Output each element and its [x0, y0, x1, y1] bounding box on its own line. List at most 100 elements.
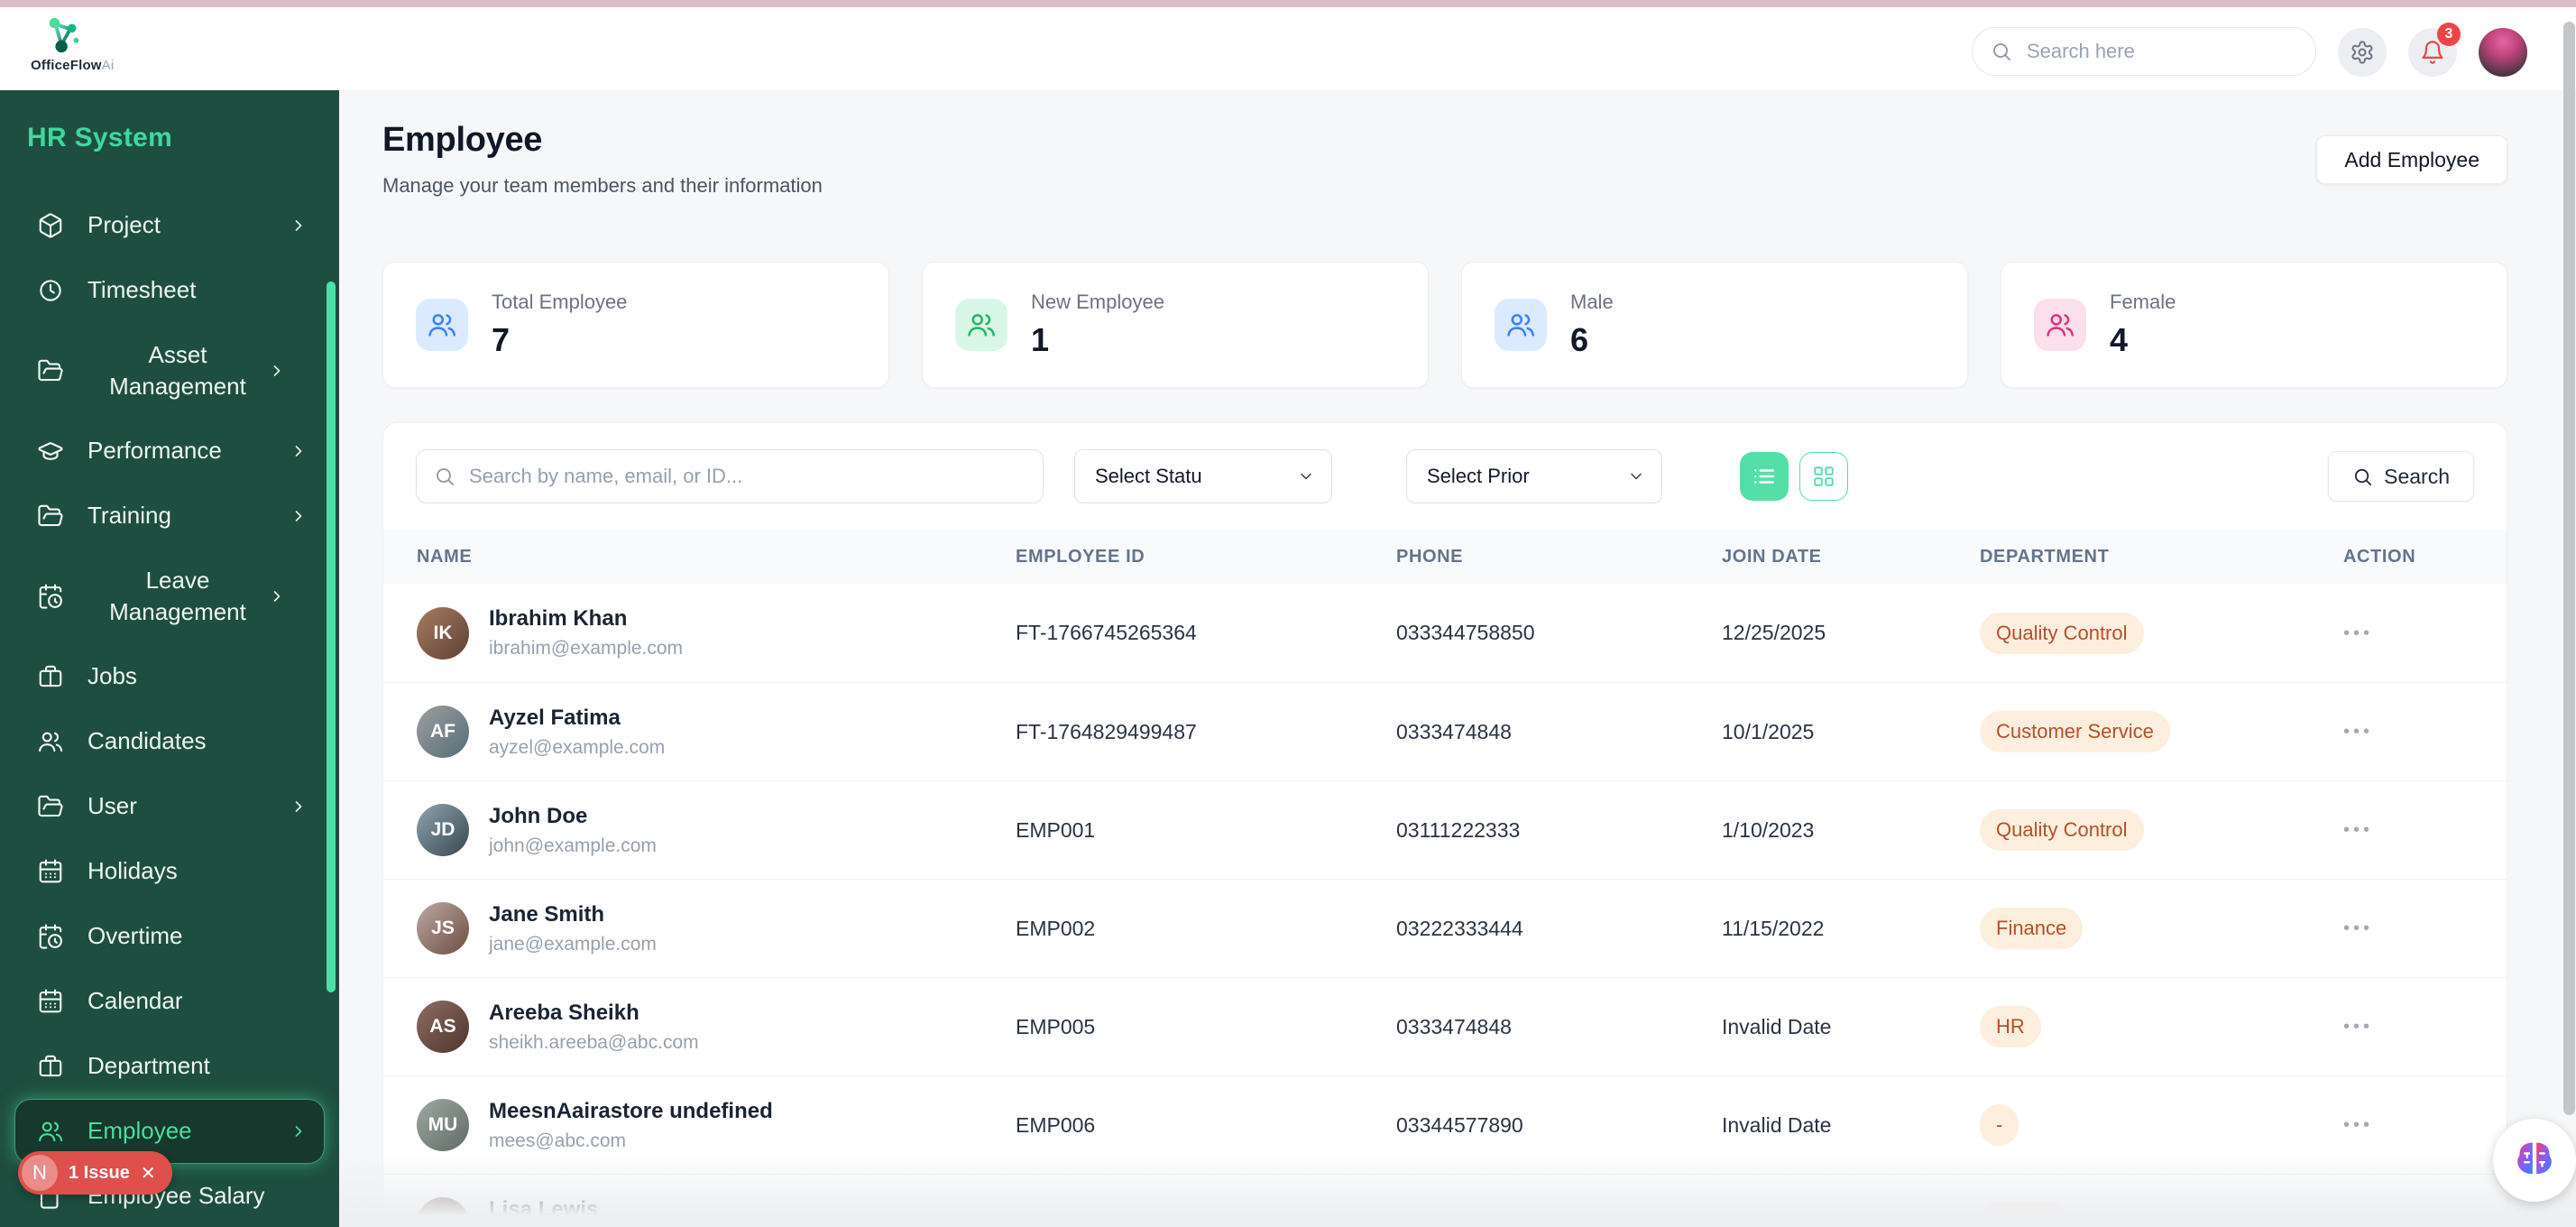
sidebar-scrollbar-thumb[interactable]	[327, 281, 336, 992]
sidebar-item-calendar[interactable]: Calendar	[14, 969, 325, 1034]
table-row: JD John Doe john@example.com EMP001 0311…	[383, 780, 2507, 879]
employee-department-cell: Quality Control	[1980, 809, 2343, 851]
chevron-right-icon	[268, 362, 286, 380]
row-actions-button[interactable]: •••	[2343, 919, 2507, 937]
employee-name: Jane Smith	[489, 901, 605, 927]
sidebar-item-candidates[interactable]: Candidates	[14, 709, 325, 774]
employee-join-date: 1/10/2023	[1722, 817, 1815, 842]
employee-id: EMP006	[1016, 1112, 1096, 1137]
chevron-right-icon	[268, 587, 286, 605]
row-actions-button[interactable]: •••	[2343, 1018, 2507, 1036]
row-actions-button[interactable]: •••	[2343, 624, 2507, 642]
search-button-label: Search	[2384, 464, 2450, 488]
sidebar-item-overtime[interactable]: Overtime	[14, 904, 325, 969]
sidebar-item-icon	[37, 583, 64, 610]
employee-avatar: LL	[417, 1197, 469, 1227]
stat-users-icon	[2034, 299, 2086, 351]
global-search-input[interactable]	[2025, 39, 2297, 64]
sidebar-item-holidays[interactable]: Holidays	[14, 839, 325, 904]
profile-avatar[interactable]	[2479, 28, 2527, 77]
stat-label: New Employee	[1031, 291, 1164, 313]
logo-molecule-icon	[49, 17, 79, 53]
chevron-right-icon	[290, 442, 308, 460]
sidebar-item-user[interactable]: User	[14, 774, 325, 839]
employee-email: ibrahim@example.com	[489, 638, 684, 659]
stat-card-total-employee: Total Employee 7	[382, 262, 889, 388]
top-header: OfficeFlowAi 3	[0, 7, 2576, 90]
page-header: Employee Manage your team members and th…	[382, 90, 2507, 233]
employee-name-cell: MU MeesnAairastore undefined mees@abc.co…	[417, 1099, 1016, 1152]
sidebar-item-label: Performance	[87, 437, 222, 465]
employee-avatar: IK	[417, 606, 469, 660]
add-employee-button[interactable]: Add Employee	[2316, 135, 2507, 184]
department-badge: Finance	[1980, 908, 2084, 949]
dev-issue-badge[interactable]: N 1 Issue ✕	[18, 1151, 172, 1195]
employee-name: MeesnAairastore undefined	[489, 1098, 773, 1123]
sidebar-item-icon	[37, 1053, 64, 1080]
sidebar-item-icon	[37, 357, 64, 384]
employee-phone: 03344577890	[1396, 1112, 1523, 1137]
sidebar-item-label: Asset Management	[109, 340, 246, 400]
stat-value: 6	[1570, 321, 1589, 358]
sidebar-item-training[interactable]: Training	[14, 484, 325, 549]
row-actions-button[interactable]: •••	[2343, 723, 2507, 741]
global-search	[1972, 27, 2316, 76]
employee-avatar: AF	[417, 706, 469, 758]
notifications-button[interactable]: 3	[2408, 23, 2461, 77]
stat-card-male: Male 6	[1461, 262, 1968, 388]
employee-join-date: Invalid Date	[1722, 1211, 1832, 1227]
employee-id: EMP001	[1016, 817, 1096, 842]
employee-email: ayzel@example.com	[489, 736, 666, 758]
employee-id: EMP005	[1016, 1014, 1096, 1038]
row-actions-button[interactable]: •••	[2343, 1116, 2507, 1134]
sidebar-item-label: Jobs	[87, 662, 137, 690]
issue-badge-close-icon[interactable]: ✕	[141, 1162, 156, 1185]
sidebar-item-label: Calendar	[87, 987, 183, 1015]
table-row: LL Lisa Lewis lisa.lewis@example.com EMP…	[383, 1174, 2507, 1227]
brain-icon	[2517, 1142, 2552, 1175]
notification-count-badge: 3	[2437, 23, 2461, 46]
stat-label: Male	[1570, 291, 1614, 313]
sidebar-item-icon	[37, 1118, 64, 1145]
search-icon	[434, 466, 455, 487]
sidebar-item-icon	[37, 277, 64, 304]
sidebar-item-leave-management[interactable]: Leave Management	[14, 549, 325, 644]
employee-join-date: Invalid Date	[1722, 1014, 1832, 1038]
extension-bubble[interactable]	[2493, 1119, 2576, 1202]
table-row: MU MeesnAairastore undefined mees@abc.co…	[383, 1075, 2507, 1174]
department-badge: Quality Control	[1980, 612, 2144, 654]
sidebar-item-jobs[interactable]: Jobs	[14, 644, 325, 709]
priority-select[interactable]: Select Prior	[1406, 449, 1662, 503]
stat-users-icon	[416, 299, 468, 351]
sidebar-item-icon	[37, 212, 64, 239]
sidebar-title: HR System	[27, 123, 173, 152]
stat-card-female: Female 4	[2001, 262, 2507, 388]
sidebar-item-timesheet[interactable]: Timesheet	[14, 258, 325, 323]
status-select[interactable]: Select Statu	[1074, 449, 1332, 503]
chevron-down-icon	[1297, 467, 1315, 485]
grid-view-button[interactable]	[1799, 452, 1848, 501]
search-button[interactable]: Search	[2328, 451, 2474, 502]
employee-name-cell: AS Areeba Sheikh sheikh.areeba@abc.com	[417, 1001, 1016, 1054]
list-view-button[interactable]	[1740, 452, 1789, 501]
employee-name-cell: IK Ibrahim Khan ibrahim@example.com	[417, 606, 1016, 660]
sidebar-item-label: Employee	[87, 1117, 192, 1145]
department-badge: -	[1980, 1104, 2019, 1146]
employee-department-cell: Quality Control	[1980, 612, 2343, 654]
row-actions-button[interactable]: •••	[2343, 1214, 2507, 1227]
employee-phone: 033344758850	[1396, 621, 1535, 644]
table-search-input[interactable]	[416, 449, 1044, 503]
employee-avatar: AS	[417, 1001, 469, 1053]
employee-name-cell: JD John Doe john@example.com	[417, 804, 1016, 857]
employee-name: Areeba Sheikh	[489, 1000, 639, 1025]
sidebar-item-department[interactable]: Department	[14, 1034, 325, 1099]
sidebar-item-asset-management[interactable]: Asset Management	[14, 323, 325, 419]
sidebar-item-performance[interactable]: Performance	[14, 419, 325, 484]
chevron-right-icon	[290, 798, 308, 816]
employee-panel: Select Statu Select Prior	[382, 422, 2507, 1227]
stat-users-icon	[1495, 299, 1547, 351]
row-actions-button[interactable]: •••	[2343, 821, 2507, 839]
settings-button[interactable]	[2338, 28, 2387, 77]
page-scrollbar-thumb[interactable]	[2563, 22, 2575, 1115]
sidebar-item-project[interactable]: Project	[14, 193, 325, 258]
